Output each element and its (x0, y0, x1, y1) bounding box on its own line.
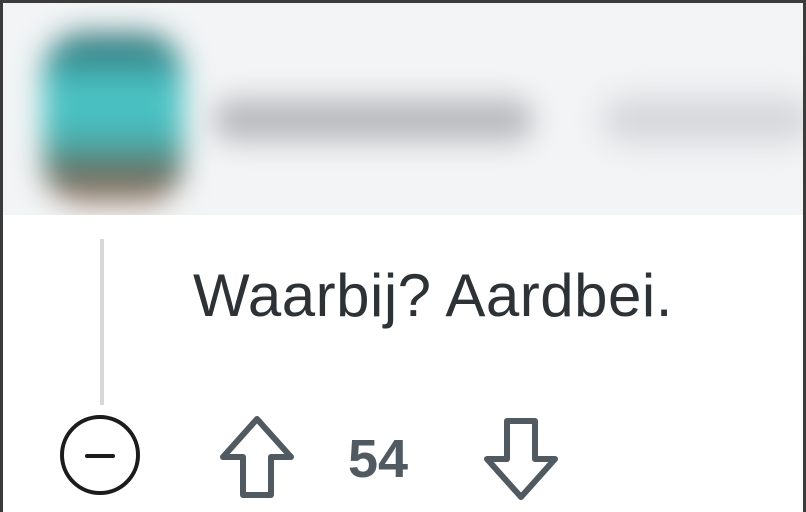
avatar[interactable] (43, 33, 183, 203)
comment-card: Waarbij? Aardbei. 54 (0, 0, 806, 512)
comment-body: Waarbij? Aardbei. (193, 262, 673, 329)
upvote-button[interactable] (215, 413, 299, 503)
minus-circle-icon (85, 454, 115, 458)
comment-meta-redacted (603, 99, 803, 141)
username-redacted (213, 99, 533, 141)
thread-line[interactable] (100, 239, 104, 405)
collapse-button[interactable] (60, 415, 140, 495)
vote-score: 54 (348, 429, 409, 489)
downvote-button[interactable] (479, 413, 563, 503)
arrow-down-outline-icon (484, 418, 558, 500)
comment-header-redacted (3, 3, 803, 215)
arrow-up-outline-icon (220, 416, 294, 498)
